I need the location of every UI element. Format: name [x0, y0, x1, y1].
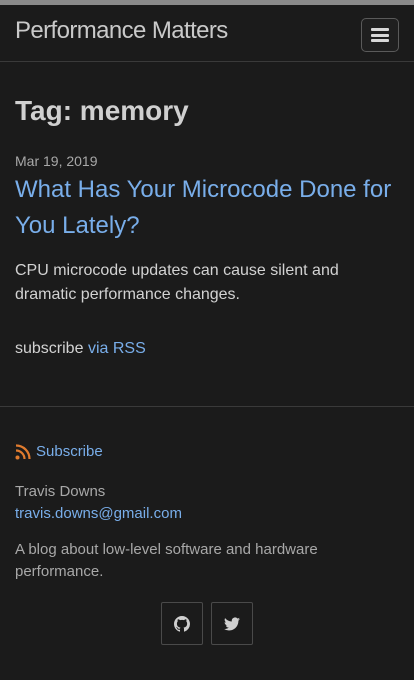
post-excerpt: CPU microcode updates can cause silent a…: [15, 262, 339, 303]
subscribe-line: subscribe via RSS: [15, 337, 146, 361]
author-name: Travis Downs: [15, 483, 106, 500]
twitter-icon: [224, 616, 240, 631]
github-button[interactable]: [161, 602, 203, 645]
page-title: Tag: memory: [15, 95, 189, 126]
site-footer: Subscribe Travis Downs travis.downs@gmai…: [0, 406, 414, 680]
footer-subscribe-link[interactable]: Subscribe: [15, 443, 103, 460]
blog-description: A blog about low-level software and hard…: [15, 541, 318, 580]
author-email-link[interactable]: travis.downs@gmail.com: [15, 505, 182, 522]
site-title-link[interactable]: Performance Matters: [15, 17, 228, 45]
twitter-button[interactable]: [211, 602, 253, 645]
rss-link[interactable]: via RSS: [88, 340, 146, 357]
github-icon: [174, 615, 190, 632]
rss-icon: [15, 443, 31, 459]
subscribe-prefix: subscribe: [15, 340, 84, 357]
menu-toggle-button[interactable]: [361, 18, 399, 52]
site-header: Performance Matters: [0, 5, 414, 62]
footer-subscribe-label: Subscribe: [36, 443, 103, 460]
hamburger-icon: [371, 28, 389, 42]
post-date: Mar 19, 2019: [15, 153, 98, 169]
post-title-link[interactable]: What Has Your Microcode Done for You Lat…: [15, 172, 405, 244]
